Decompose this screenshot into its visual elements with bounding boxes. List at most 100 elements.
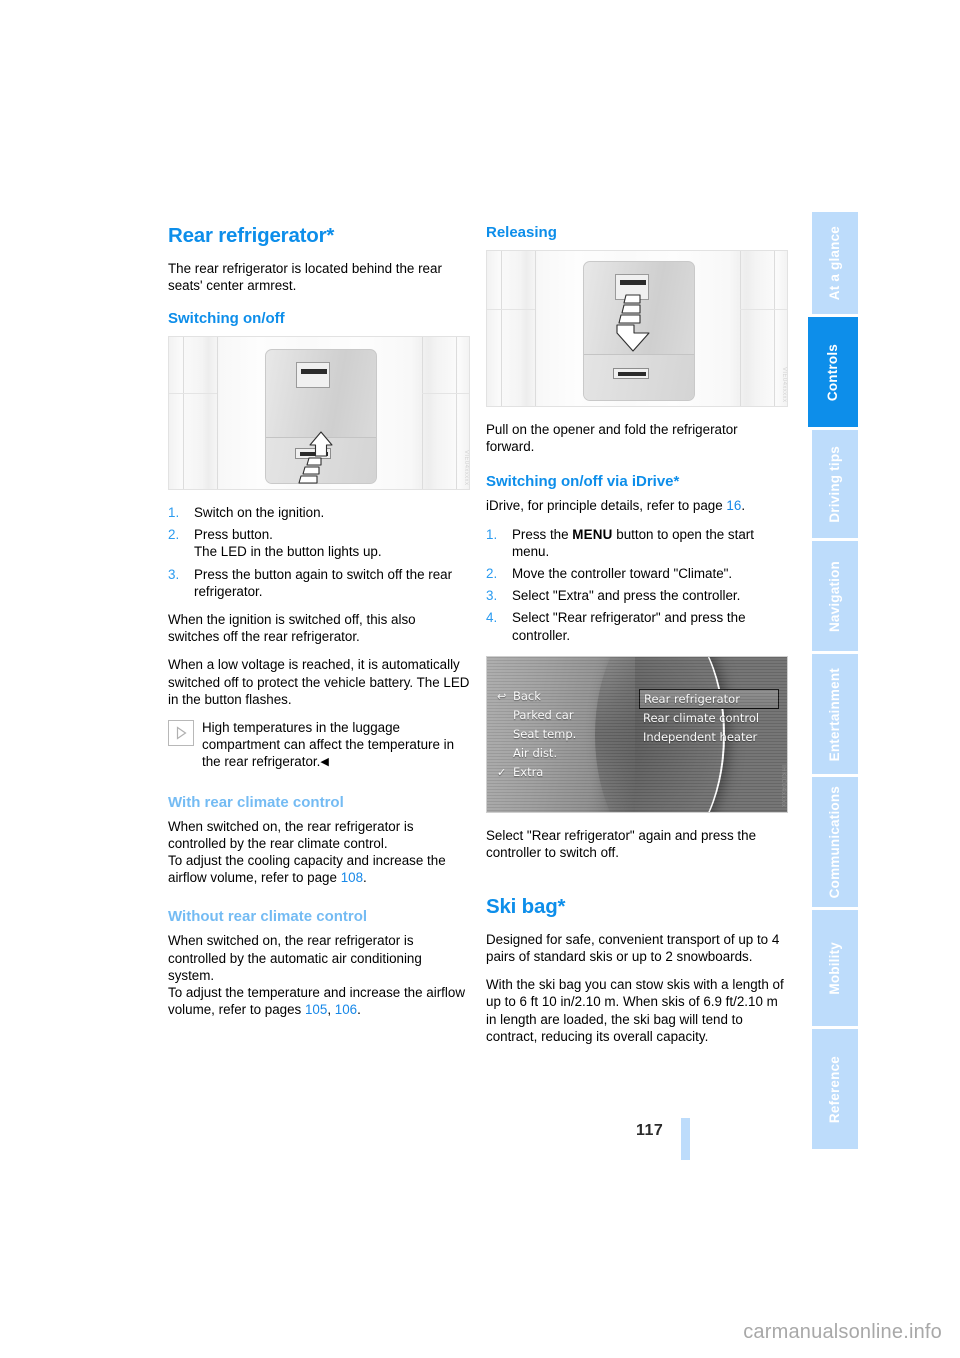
menu-item-rear-refrigerator[interactable]: Rear refrigerator xyxy=(639,688,779,709)
tab-at-a-glance[interactable]: At a glance xyxy=(812,212,858,315)
menu-item-parked-car[interactable]: Parked car xyxy=(497,706,627,725)
page-number-bar xyxy=(681,1118,690,1160)
list-item: 4. Select "Rear refrigerator" and press … xyxy=(486,609,788,643)
step-text: Press button. The LED in the button light… xyxy=(194,527,382,560)
ski-bag-paragraph-1: Designed for safe, convenient transport … xyxy=(486,931,780,964)
site-watermark: carmanualsonline.info xyxy=(743,1321,942,1343)
list-item: 2. Move the controller toward "Climate". xyxy=(486,565,788,582)
step-number: 1. xyxy=(168,504,180,520)
tab-label: Controls xyxy=(825,343,841,401)
idrive-intro-post: . xyxy=(741,498,746,514)
figure-rear-refrigerator-button: VIE04xxxxx xyxy=(168,335,470,490)
menu-item-independent-heater[interactable]: Independent heater xyxy=(639,728,779,747)
heading-releasing: Releasing xyxy=(486,224,557,241)
tab-label: Driving tips xyxy=(827,446,843,523)
menu-item-rear-climate-control[interactable]: Rear climate control xyxy=(639,709,779,728)
tab-reference[interactable]: Reference xyxy=(812,1029,858,1149)
step-number: 2. xyxy=(168,527,180,543)
page-title: Rear refrigerator* xyxy=(168,224,335,247)
checkmark-icon: ✓ xyxy=(497,765,507,779)
tab-controls[interactable]: Controls xyxy=(808,317,858,428)
list-item: 2. Press button. The LED in the button li… xyxy=(168,526,470,560)
menu-item-air-dist[interactable]: Air dist. xyxy=(497,744,627,763)
back-arrow-icon: ↩ xyxy=(497,689,507,703)
step-text: Move the controller toward "Climate". xyxy=(512,566,733,582)
without-climate-paragraph-1: When switched on, the rear refrigerator … xyxy=(168,933,422,983)
figure-code: VIE04xxxxx xyxy=(781,366,787,402)
notice-text-wrapper: High temperatures in the luggage compart… xyxy=(202,719,470,772)
tab-label: Reference xyxy=(827,1055,843,1123)
idrive-left-menu: ↩ Back Parked car Seat temp. Air dist. ✓ xyxy=(497,687,627,782)
tab-label: At a glance xyxy=(827,225,843,301)
step-text-pre: Press the xyxy=(512,526,573,542)
page-ref-106[interactable]: 106 xyxy=(335,1002,357,1017)
figure-idrive-menu-screen: ↩ Back Parked car Seat temp. Air dist. ✓ xyxy=(486,655,788,813)
heading-with-rear-climate-control: With rear climate control xyxy=(168,793,344,811)
figure-code: VIE04xxxxx xyxy=(463,449,469,485)
step-text: Select "Extra" and press the controller. xyxy=(512,588,741,604)
notice-end-mark: ◀ xyxy=(320,756,329,769)
step-number: 1. xyxy=(486,526,498,542)
step-number: 3. xyxy=(168,566,180,582)
ski-bag-paragraph-2: With the ski bag you can stow skis with … xyxy=(486,977,784,1044)
menu-item-label: Rear climate control xyxy=(643,710,760,725)
list-item: 3. Press the button again to switch off … xyxy=(168,566,470,600)
idrive-intro: iDrive, for principle details, refer to … xyxy=(486,497,788,514)
without-climate-p2-post: . xyxy=(357,1002,361,1018)
menu-item-label: Rear refrigerator xyxy=(644,691,740,706)
menu-item-seat-temp[interactable]: Seat temp. xyxy=(497,725,627,744)
without-climate-p2-mid: , xyxy=(327,1002,335,1018)
figure-code: IHKIC04xxxx xyxy=(780,765,787,808)
tab-label: Mobility xyxy=(827,941,843,995)
idrive-switch-off-instruction: Select "Rear refrigerator" again and pre… xyxy=(486,827,757,861)
section-tab-rail: At a glance Controls Driving tips Naviga… xyxy=(808,212,858,1152)
page-ref-108[interactable]: 108 xyxy=(341,870,363,885)
with-climate-paragraph-2: To adjust the cooling capacity and incre… xyxy=(168,852,470,886)
page-ref-105[interactable]: 105 xyxy=(305,1002,327,1017)
without-climate-paragraph-2: To adjust the temperature and increase t… xyxy=(168,984,470,1018)
releasing-instruction: Pull on the opener and fold the refriger… xyxy=(486,422,738,455)
menu-item-label: Independent heater xyxy=(643,729,758,744)
tab-label: Navigation xyxy=(827,560,843,632)
figure-releasing-opener: VIE04xxxxx xyxy=(486,250,788,407)
idrive-screen: ↩ Back Parked car Seat temp. Air dist. ✓ xyxy=(487,656,787,812)
step-text: Switch on the ignition. xyxy=(194,504,325,520)
heading-switching-on-off: Switching on/off xyxy=(168,309,285,327)
tab-communications[interactable]: Communications xyxy=(812,777,858,908)
menu-item-label: Air dist. xyxy=(513,745,558,760)
tab-mobility[interactable]: Mobility xyxy=(812,910,858,1027)
step-text: Press the MENU button to open the start … xyxy=(512,527,754,559)
tab-navigation[interactable]: Navigation xyxy=(812,541,858,652)
menu-item-label: Parked car xyxy=(513,707,574,722)
notice-block: High temperatures in the luggage compart… xyxy=(168,719,470,772)
step-number: 4. xyxy=(486,610,498,626)
step-text: Select "Rear refrigerator" and press the… xyxy=(512,610,746,643)
with-climate-paragraph-1: When switched on, the rear refrigerator … xyxy=(168,818,414,851)
ski-bag-title: Ski bag* xyxy=(486,895,566,919)
tab-entertainment[interactable]: Entertainment xyxy=(812,654,858,775)
callout-arrow-down-icon xyxy=(616,294,650,352)
idrive-intro-pre: iDrive, for principle details, refer to … xyxy=(486,498,727,514)
menu-item-back[interactable]: ↩ Back xyxy=(497,687,627,706)
heading-switching-via-idrive: Switching on/off via iDrive* xyxy=(486,473,680,491)
left-column: Rear refrigerator* The rear refrigerator… xyxy=(168,224,470,1029)
paragraph-ignition-off: When the ignition is switched off, this … xyxy=(168,611,416,645)
manual-page: At a glance Controls Driving tips Naviga… xyxy=(0,0,960,1358)
notice-triangle-icon xyxy=(168,720,194,746)
step-number: 2. xyxy=(486,566,498,582)
menu-item-label: Seat temp. xyxy=(513,726,577,741)
tab-label: Communications xyxy=(827,786,843,899)
idrive-steps-list: 1. Press the MENU button to open the sta… xyxy=(486,526,788,644)
menu-item-extra[interactable]: ✓ Extra xyxy=(497,763,627,782)
page-ref-16[interactable]: 16 xyxy=(726,498,741,513)
list-item: 1. Press the MENU button to open the sta… xyxy=(486,526,788,560)
tab-driving-tips[interactable]: Driving tips xyxy=(812,430,858,539)
tab-label: Entertainment xyxy=(827,667,843,762)
heading-without-rear-climate-control: Without rear climate control xyxy=(168,908,368,926)
list-item: 3. Select "Extra" and press the controll… xyxy=(486,587,788,604)
right-column: Releasing VIE04xxxxx Pull on the opener … xyxy=(486,224,788,1056)
step-number: 3. xyxy=(486,588,498,604)
menu-button-label: MENU xyxy=(572,526,613,542)
with-climate-p2-post: . xyxy=(363,870,367,886)
callout-arrow-up-icon xyxy=(298,431,333,484)
